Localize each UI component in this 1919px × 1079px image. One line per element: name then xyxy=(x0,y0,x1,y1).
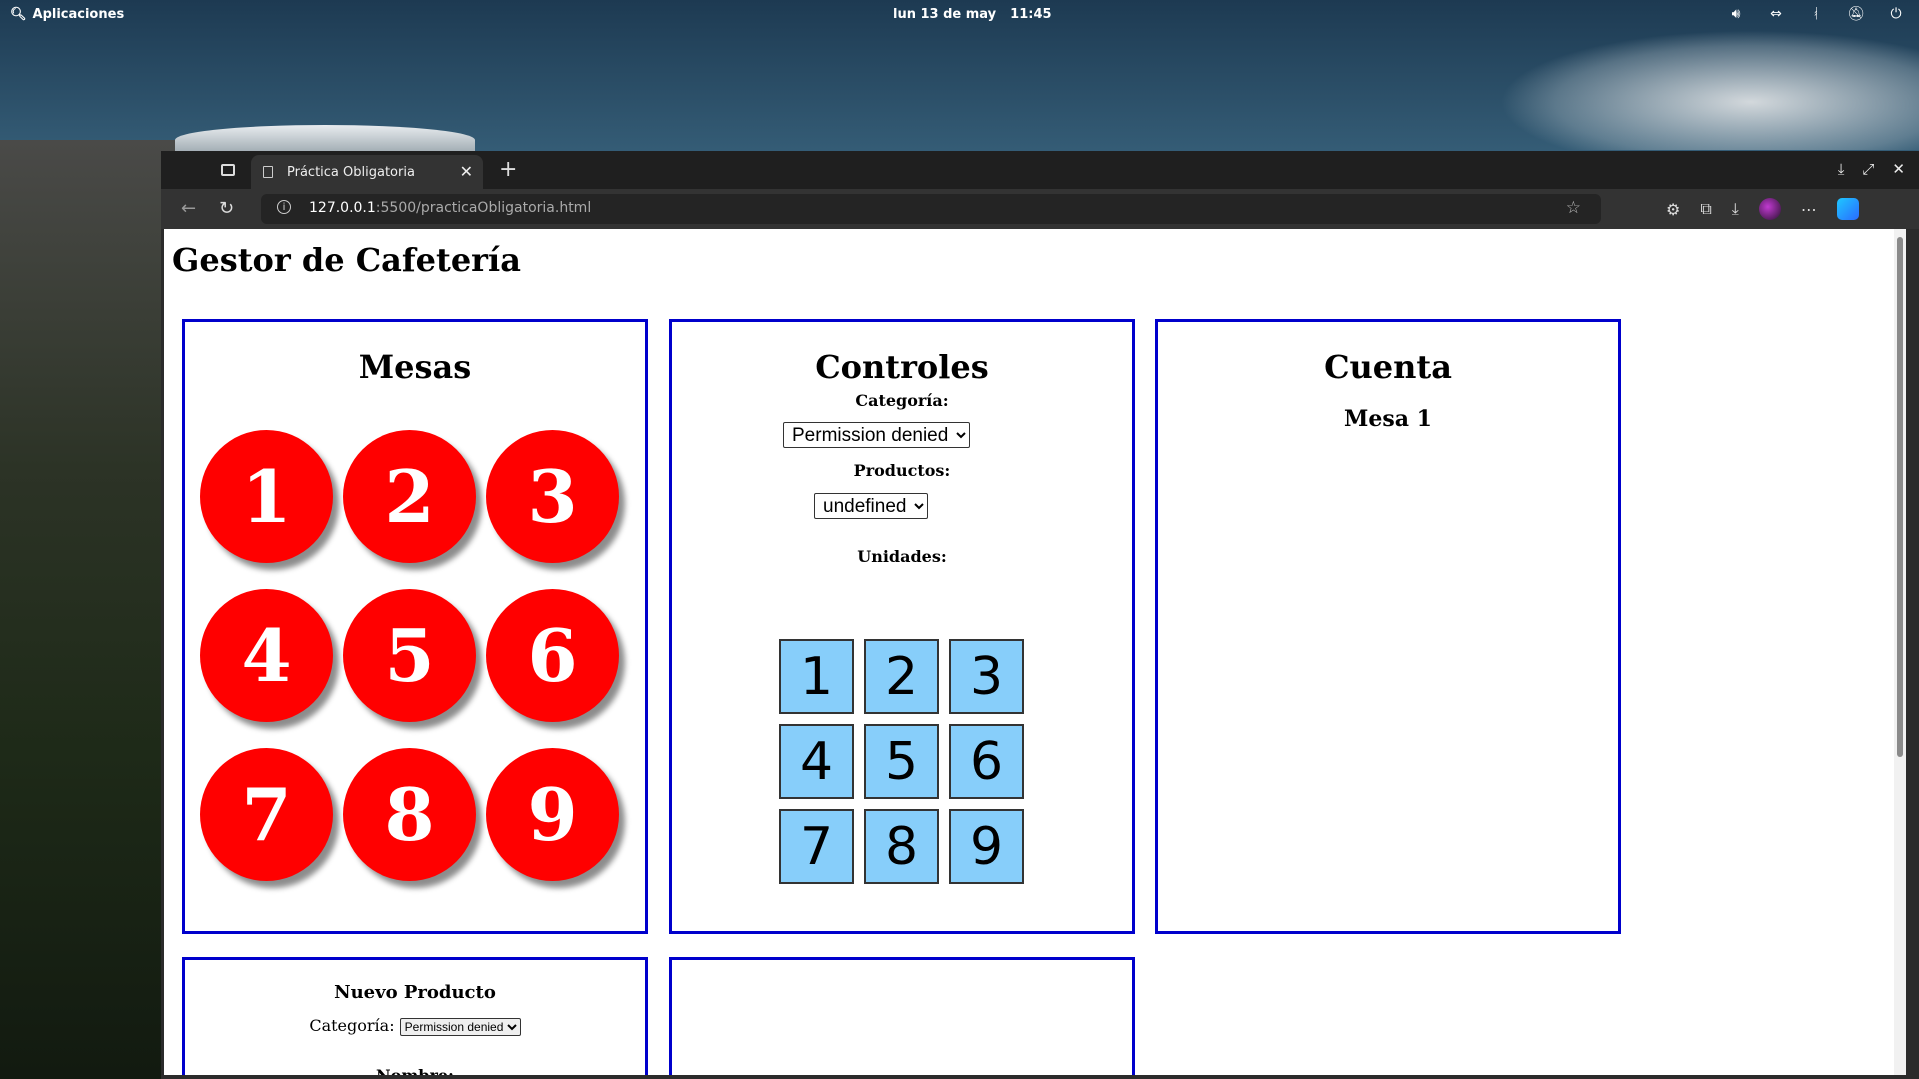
cuenta-panel: Cuenta Mesa 1 xyxy=(1155,319,1621,934)
notifications-off-icon[interactable]: 🔕︎ xyxy=(1847,6,1865,22)
unit-button-2[interactable]: 2 xyxy=(864,639,939,714)
mesas-panel: Mesas 1 2 3 4 5 6 7 8 9 xyxy=(182,319,648,934)
system-topbar: 🔍︎ Aplicaciones lun 13 de may 11:45 🔊︎ ⇔ … xyxy=(0,0,1919,30)
controles-heading: Controles xyxy=(815,348,989,386)
unit-button-8[interactable]: 8 xyxy=(864,809,939,884)
page-title: Gestor de Cafetería xyxy=(172,241,521,279)
clock-date: lun 13 de may xyxy=(893,7,997,22)
browser-toolbar: ← ↻ i 127.0.0.1:5500/practicaObligatoria… xyxy=(161,189,1919,229)
cuenta-mesa-label: Mesa 1 xyxy=(1344,406,1432,432)
table-button-9[interactable]: 9 xyxy=(486,748,619,881)
maximize-icon[interactable]: ⤢ xyxy=(1862,160,1874,178)
unit-button-3[interactable]: 3 xyxy=(949,639,1024,714)
clock-time: 11:45 xyxy=(1010,7,1052,22)
address-bar[interactable]: i 127.0.0.1:5500/practicaObligatoria.htm… xyxy=(261,194,1601,224)
reload-icon[interactable]: ↻ xyxy=(219,198,234,219)
unidades-label: Unidades: xyxy=(857,547,947,566)
categoria-label: Categoría: xyxy=(855,391,949,410)
applications-label: Aplicaciones xyxy=(32,7,125,22)
profile-avatar[interactable] xyxy=(1758,198,1781,220)
copilot-icon[interactable] xyxy=(1836,198,1859,220)
unit-button-1[interactable]: 1 xyxy=(779,639,854,714)
extensions-icon[interactable]: ⚙ xyxy=(1666,200,1680,219)
system-tray: 🔊︎ ⇔ ᚮ 🔕︎ ⏻ xyxy=(1727,6,1905,22)
back-icon[interactable]: ← xyxy=(181,198,196,219)
page-scrollbar[interactable] xyxy=(1894,229,1906,1075)
browser-tab-active[interactable]: Práctica Obligatoria ✕ xyxy=(251,155,483,189)
table-button-1[interactable]: 1 xyxy=(200,430,333,563)
nuevo-producto-heading: Nuevo Producto xyxy=(334,982,496,1003)
browser-window: Práctica Obligatoria ✕ + ⤓ ⤢ ✕ ← ↻ i 127… xyxy=(161,151,1919,1079)
collections-icon[interactable]: ⧉ xyxy=(1700,199,1711,219)
mesas-heading: Mesas xyxy=(358,348,472,386)
units-grid: 1 2 3 4 5 6 7 8 9 xyxy=(779,639,1024,884)
table-button-5[interactable]: 5 xyxy=(343,589,476,722)
productos-select[interactable]: undefined xyxy=(814,493,928,519)
window-controls: ⤓ ⤢ ✕ xyxy=(1838,160,1905,178)
secondary-panel xyxy=(669,957,1135,1075)
controles-panel: Controles Categoría: Permission denied P… xyxy=(669,319,1135,934)
desktop-wallpaper-clouds xyxy=(1499,30,1919,150)
search-icon: 🔍︎ xyxy=(10,7,27,22)
favorite-star-icon[interactable]: ☆ xyxy=(1566,198,1581,218)
table-button-7[interactable]: 7 xyxy=(200,748,333,881)
productos-label: Productos: xyxy=(853,461,951,480)
table-button-8[interactable]: 8 xyxy=(343,748,476,881)
page-icon xyxy=(263,166,273,178)
nuevo-producto-panel: Nuevo Producto Categoría: Permission den… xyxy=(182,957,648,1075)
categoria-select[interactable]: Permission denied xyxy=(783,422,970,448)
volume-icon[interactable]: 🔊︎ xyxy=(1727,6,1745,22)
download-window-icon[interactable]: ⤓ xyxy=(1838,160,1845,178)
page-viewport: Gestor de Cafetería Mesas 1 2 3 4 5 6 7 … xyxy=(164,229,1906,1075)
table-button-6[interactable]: 6 xyxy=(486,589,619,722)
unit-button-6[interactable]: 6 xyxy=(949,724,1024,799)
table-button-4[interactable]: 4 xyxy=(200,589,333,722)
toolbar-actions: ⚙ ⧉ ⤓ ⋯ xyxy=(1666,198,1859,220)
bluetooth-icon[interactable]: ᚮ xyxy=(1807,6,1825,22)
address-url: 127.0.0.1:5500/practicaObligatoria.html xyxy=(309,200,591,216)
table-button-2[interactable]: 2 xyxy=(343,430,476,563)
unit-button-7[interactable]: 7 xyxy=(779,809,854,884)
more-menu-icon[interactable]: ⋯ xyxy=(1801,200,1817,219)
downloads-icon[interactable]: ⤓ xyxy=(1732,199,1739,219)
new-tab-icon[interactable]: + xyxy=(499,157,517,182)
network-icon[interactable]: ⇔ xyxy=(1767,6,1785,22)
tab-strip: Práctica Obligatoria ✕ + ⤓ ⤢ ✕ xyxy=(161,151,1919,189)
tab-title: Práctica Obligatoria xyxy=(287,165,415,180)
tables-grid: 1 2 3 4 5 6 7 8 9 xyxy=(200,430,630,881)
nuevo-categoria-label: Categoría: xyxy=(309,1016,395,1035)
unit-button-9[interactable]: 9 xyxy=(949,809,1024,884)
url-path: :5500/practicaObligatoria.html xyxy=(375,200,592,216)
table-button-3[interactable]: 3 xyxy=(486,430,619,563)
close-window-icon[interactable]: ✕ xyxy=(1892,160,1905,178)
system-clock[interactable]: lun 13 de may 11:45 xyxy=(893,7,1052,22)
nuevo-nombre-label: Nombre: xyxy=(185,1066,645,1075)
unit-button-5[interactable]: 5 xyxy=(864,724,939,799)
site-info-icon[interactable]: i xyxy=(277,200,291,214)
unit-button-4[interactable]: 4 xyxy=(779,724,854,799)
cuenta-heading: Cuenta xyxy=(1324,348,1452,386)
applications-menu[interactable]: 🔍︎ Aplicaciones xyxy=(10,7,124,22)
desktop-wallpaper-mountain xyxy=(0,140,175,1079)
scrollbar-thumb[interactable] xyxy=(1897,237,1903,757)
nuevo-categoria-row: Categoría: Permission denied xyxy=(185,1016,645,1036)
url-host: 127.0.0.1 xyxy=(309,200,376,216)
sidebar-toggle-icon[interactable] xyxy=(221,164,235,176)
nuevo-categoria-select[interactable]: Permission denied xyxy=(399,1018,521,1036)
power-icon[interactable]: ⏻ xyxy=(1887,6,1905,22)
close-tab-icon[interactable]: ✕ xyxy=(460,162,473,181)
